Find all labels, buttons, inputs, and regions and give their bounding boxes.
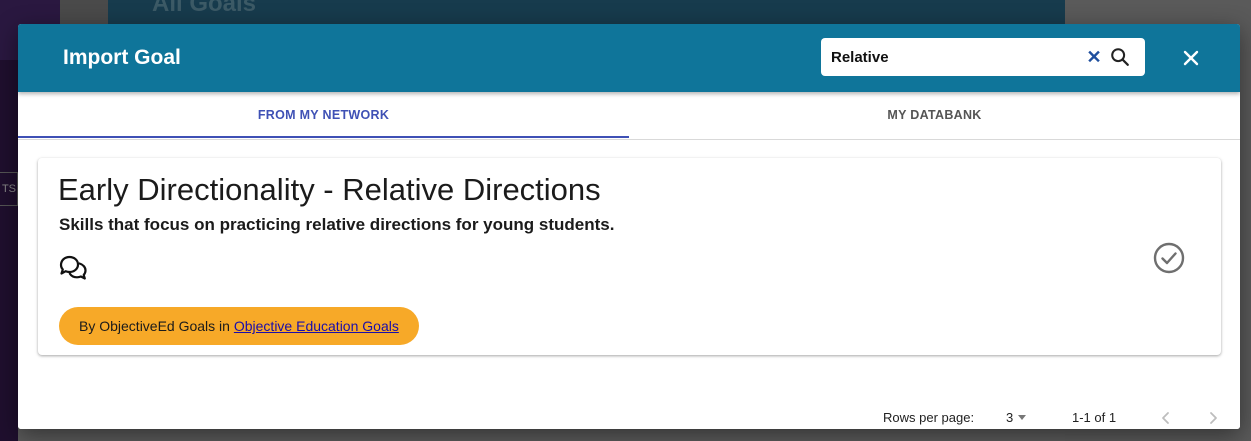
background-side-chip: TS: [0, 172, 18, 206]
check-circle-icon[interactable]: [1152, 241, 1186, 275]
chevron-left-icon[interactable]: [1158, 408, 1174, 428]
search-box: ✕: [821, 38, 1145, 76]
search-input[interactable]: [831, 38, 1071, 76]
clear-search-icon[interactable]: ✕: [1085, 47, 1103, 67]
author-prefix: By ObjectiveEd Goals in: [79, 318, 234, 334]
comments-icon[interactable]: [57, 254, 89, 280]
rows-per-page-label: Rows per page:: [883, 410, 975, 425]
background-sidebar: [0, 0, 18, 441]
active-tab-indicator: [18, 136, 629, 138]
background-page-title: All Goals: [152, 0, 257, 17]
import-goal-dialog: Import Goal ✕ FROM MY NETWORK MY DATABAN…: [18, 24, 1240, 429]
tab-from-my-network[interactable]: FROM MY NETWORK: [18, 92, 629, 138]
dialog-header: Import Goal ✕: [18, 24, 1240, 92]
pagination: Rows per page: 3 1-1 of 1: [18, 410, 1240, 429]
search-icon[interactable]: [1109, 46, 1131, 68]
goal-card: Early Directionality - Relative Directio…: [38, 158, 1221, 355]
caret-down-icon: [1018, 415, 1027, 420]
rows-per-page-value: 3: [1006, 410, 1014, 425]
author-collection-link[interactable]: Objective Education Goals: [234, 318, 399, 334]
close-icon[interactable]: [1177, 44, 1205, 72]
chevron-right-icon[interactable]: [1205, 408, 1221, 428]
goal-description: Skills that focus on practicing relative…: [59, 215, 615, 234]
tab-my-databank[interactable]: MY DATABANK: [629, 92, 1240, 138]
goal-title: Early Directionality - Relative Directio…: [58, 172, 601, 207]
rows-per-page-select[interactable]: 3: [1006, 410, 1040, 428]
author-chip: By ObjectiveEd Goals in Objective Educat…: [59, 307, 419, 345]
page-range: 1-1 of 1: [1072, 410, 1117, 425]
dialog-title: Import Goal: [63, 46, 181, 69]
goal-list: Early Directionality - Relative Directio…: [18, 140, 1240, 429]
tab-bar: FROM MY NETWORK MY DATABANK: [18, 92, 1240, 140]
